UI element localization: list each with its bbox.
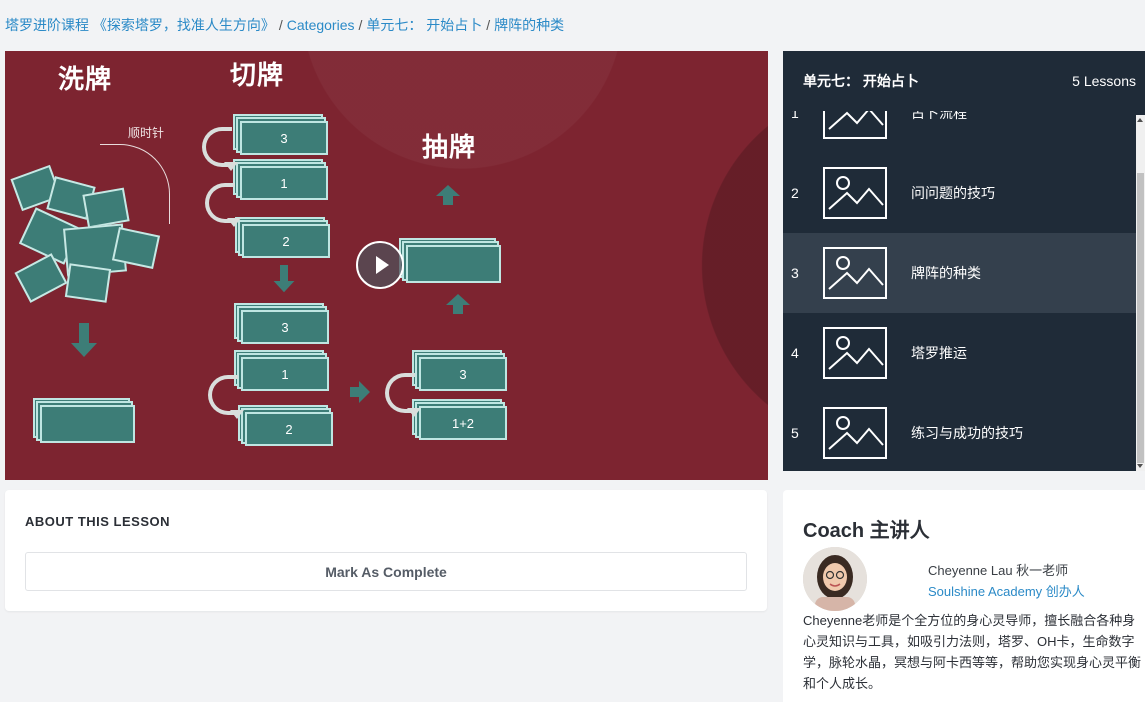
- draw-deck: [406, 245, 501, 283]
- lesson-label: 牌阵的种类: [911, 265, 981, 281]
- coach-title: Coach 主讲人: [803, 520, 930, 542]
- sidebar-unit-title: 单元七： 开始占卜: [803, 73, 919, 89]
- cut-card: 3: [241, 310, 329, 344]
- about-lesson-heading: ABOUT THIS LESSON: [25, 514, 171, 529]
- cut-card: 2: [245, 412, 333, 446]
- lesson-sidebar: 单元七： 开始占卜 5 Lessons 1 占卜流程 2 问问题的技巧 3 牌阵…: [783, 51, 1145, 471]
- arrow-up-icon: [436, 185, 460, 205]
- video-heading-draw: 抽牌: [422, 132, 477, 162]
- about-lesson-card: ABOUT THIS LESSON Mark As Complete: [5, 490, 767, 611]
- sidebar-lesson-item[interactable]: 5 练习与成功的技巧: [783, 393, 1136, 471]
- play-button[interactable]: [356, 241, 404, 289]
- breadcrumb-course-link[interactable]: 塔罗进阶课程 《探索塔罗，找准人生方向》: [5, 17, 275, 33]
- lesson-label: 问问题的技巧: [911, 185, 995, 201]
- draw-card: 3: [419, 357, 507, 391]
- sidebar-lesson-count: 5 Lessons: [1072, 73, 1136, 89]
- breadcrumb-separator: /: [486, 17, 491, 33]
- cut-card: 3: [240, 121, 328, 155]
- shuffled-card: [82, 187, 130, 229]
- scroll-up-arrow-icon[interactable]: [1137, 118, 1143, 122]
- lesson-number: 4: [791, 345, 799, 361]
- cut-card: 1: [241, 357, 329, 391]
- cut-card: 2: [242, 224, 330, 258]
- stacked-deck: [40, 405, 135, 443]
- breadcrumb: 塔罗进阶课程 《探索塔罗，找准人生方向》 / Categories / 单元七： 开始占…: [5, 15, 564, 35]
- lesson-number: 2: [791, 185, 799, 201]
- breadcrumb-lesson-link[interactable]: 牌阵的种类: [494, 17, 564, 33]
- arrow-down-icon: [71, 323, 97, 359]
- lesson-label: 塔罗推运: [911, 345, 967, 361]
- image-placeholder-icon: [823, 247, 887, 299]
- sidebar-header: 单元七： 开始占卜 5 Lessons: [783, 51, 1145, 111]
- image-placeholder-icon: [823, 327, 887, 379]
- mark-complete-button[interactable]: Mark As Complete: [25, 552, 747, 591]
- sidebar-lesson-item[interactable]: 4 塔罗推运: [783, 313, 1136, 393]
- video-heading-shuffle: 洗牌: [58, 64, 113, 94]
- scrollbar-thumb[interactable]: [1137, 173, 1144, 463]
- avatar: [803, 547, 867, 611]
- image-placeholder-icon: [823, 407, 887, 459]
- arrow-right-icon: [350, 381, 372, 403]
- draw-card: 1+2: [419, 406, 507, 440]
- breadcrumb-separator: /: [358, 17, 363, 33]
- video-player[interactable]: 洗牌 切牌 抽牌 顺时针 3 1 2 3 1 2 3 1+2: [5, 51, 768, 480]
- video-heading-cut: 切牌: [230, 60, 285, 90]
- coach-card: Coach 主讲人 Cheyenne Lau 秋一老师 Soulshine Ac…: [783, 490, 1145, 702]
- coach-org-link[interactable]: Soulshine Academy 创办人: [928, 581, 1085, 600]
- coach-bio: Cheyenne老师是个全方位的身心灵导师，擅长融合各种身心灵知识与工具，如吸引…: [803, 613, 1142, 691]
- sidebar-lesson-item[interactable]: 2 问问题的技巧: [783, 153, 1136, 233]
- shuffled-card: [64, 263, 112, 303]
- lesson-number: 3: [791, 265, 799, 281]
- cut-card: 1: [240, 166, 328, 200]
- lesson-label: 练习与成功的技巧: [911, 425, 1023, 441]
- video-clockwise-label: 顺时针: [128, 126, 165, 140]
- sidebar-scrollbar[interactable]: [1136, 115, 1145, 471]
- breadcrumb-separator: /: [278, 17, 283, 33]
- image-placeholder-icon: [823, 167, 887, 219]
- arrow-down-icon: [273, 265, 295, 293]
- breadcrumb-categories-link[interactable]: Categories: [287, 17, 355, 33]
- coach-name: Cheyenne Lau 秋一老师: [928, 563, 1069, 578]
- scroll-down-arrow-icon[interactable]: [1137, 464, 1143, 468]
- sidebar-lesson-item-active[interactable]: 3 牌阵的种类: [783, 233, 1136, 313]
- breadcrumb-unit-link[interactable]: 单元七： 开始占卜: [366, 17, 482, 33]
- lesson-number: 5: [791, 425, 799, 441]
- arrow-up-icon: [446, 294, 470, 314]
